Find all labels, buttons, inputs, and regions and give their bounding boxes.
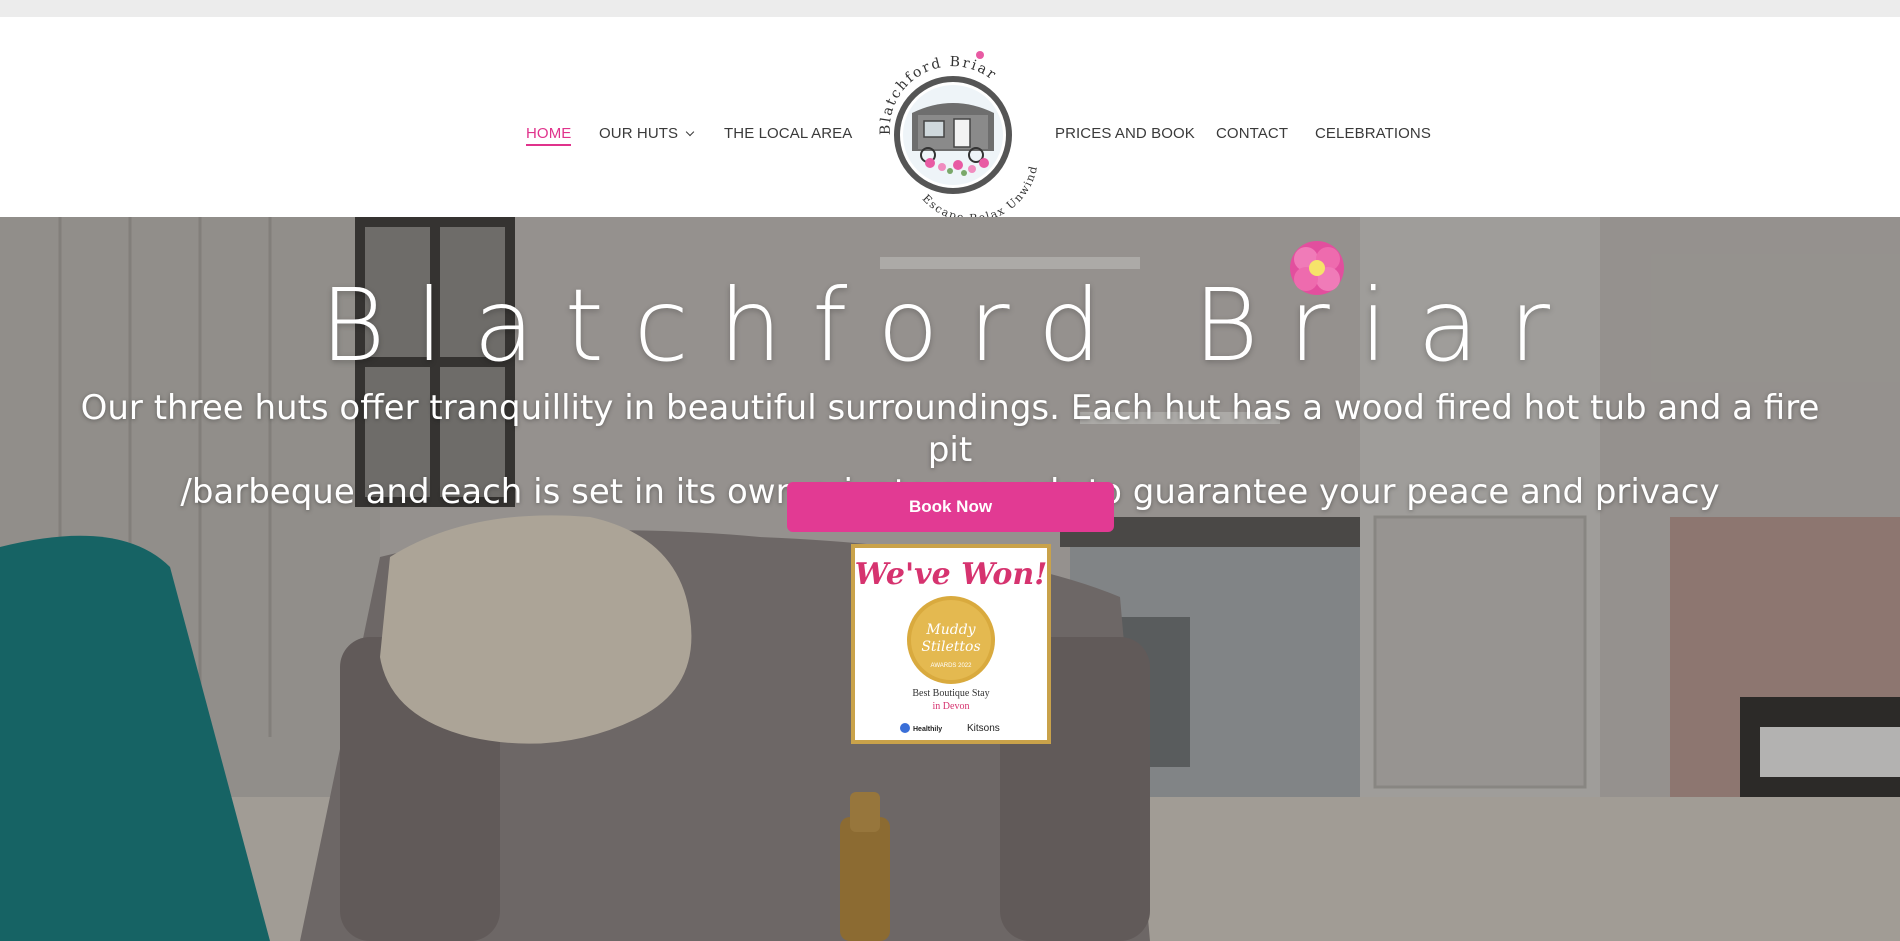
award-category: Best Boutique Stay: [912, 688, 989, 699]
hero-subtitle-line1: Our three huts offer tranquillity in bea…: [80, 388, 1820, 470]
nav-celebrations[interactable]: CELEBRATIONS: [1315, 125, 1431, 142]
book-now-button[interactable]: Book Now: [787, 482, 1114, 532]
award-region: in Devon: [933, 701, 970, 712]
award-graphic: We've Won! Muddy Stilettos AWARDS 2022 B…: [855, 557, 1048, 734]
nav-our-huts[interactable]: OUR HUTS: [599, 125, 695, 142]
hero-section: Blatchford Briar Our three huts offer tr…: [0, 217, 1900, 941]
nav-local-area[interactable]: THE LOCAL AREA: [724, 125, 852, 142]
medal-line3: AWARDS 2022: [931, 663, 973, 669]
nav-contact[interactable]: CONTACT: [1216, 125, 1288, 142]
award-badge[interactable]: We've Won! Muddy Stilettos AWARDS 2022 B…: [851, 544, 1051, 744]
rose-icon: [1290, 241, 1344, 295]
chevron-down-icon: [685, 127, 695, 137]
sponsor-healthily: Healthily: [913, 726, 942, 733]
site-logo[interactable]: Blatchford Briar Escape Relax Unwind: [868, 43, 1038, 221]
nav-home[interactable]: HOME: [526, 125, 572, 146]
award-headline: We've Won!: [855, 557, 1047, 592]
medal-line1: Muddy: [925, 622, 976, 638]
sponsor-kitsons: Kitsons: [967, 723, 1000, 734]
medal-line2: Stilettos: [921, 639, 980, 655]
site-header: HOME OUR HUTS THE LOCAL AREA Blatchford …: [0, 17, 1900, 221]
healthily-icon: [900, 723, 910, 733]
nav-our-huts-label: OUR HUTS: [599, 125, 679, 142]
top-strip: [0, 0, 1900, 17]
hero-title: Blatchford Briar: [320, 267, 1580, 384]
nav-prices-and-book[interactable]: PRICES AND BOOK: [1055, 125, 1195, 142]
